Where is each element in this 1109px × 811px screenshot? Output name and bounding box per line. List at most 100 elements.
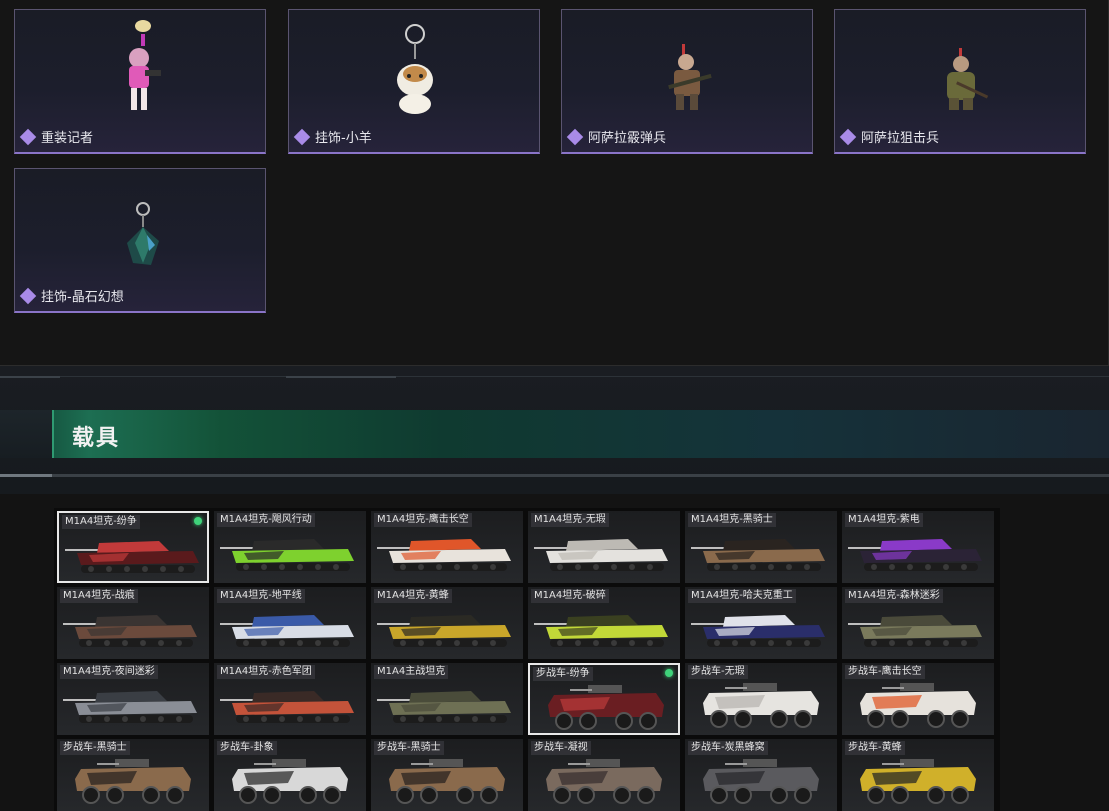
vehicle-card[interactable]: M1A4坦克-战痕: [57, 587, 209, 659]
divider-line: [0, 474, 1109, 477]
item-card-asala-shotgunner[interactable]: 阿萨拉霰弹兵: [561, 9, 813, 154]
vehicle-card[interactable]: M1A4坦克-紫电: [842, 511, 994, 583]
figure-soldier-red-art: [668, 44, 712, 110]
tank-icon: [220, 691, 354, 723]
divider-accent: [0, 376, 60, 378]
vehicle-card[interactable]: M1A4坦克-黑骑士: [685, 511, 837, 583]
equipped-indicator-icon: [194, 517, 202, 525]
vehicle-label: 步战车-纷争: [533, 667, 593, 681]
vehicle-card[interactable]: M1A4坦克-哈夫克重工: [685, 587, 837, 659]
vehicle-label: M1A4坦克-无瑕: [531, 513, 609, 527]
ifv-icon: [548, 685, 664, 730]
vehicle-label: M1A4坦克-飓风行动: [217, 513, 315, 527]
ifv-icon: [232, 759, 348, 804]
vehicle-label: M1A4坦克-森林迷彩: [845, 589, 943, 603]
vehicle-card[interactable]: 步战车-炭黑蜂窝: [685, 739, 837, 811]
vehicle-card[interactable]: M1A4坦克-赤色军团: [214, 663, 366, 735]
vehicle-label: M1A4坦克-战痕: [60, 589, 138, 603]
vehicle-label: M1A4坦克-黄蜂: [374, 589, 452, 603]
vehicle-card[interactable]: M1A4坦克-地平线: [214, 587, 366, 659]
tank-icon: [848, 615, 982, 647]
tank-icon: [377, 691, 511, 723]
item-name: 阿萨拉狙击兵: [861, 131, 940, 146]
vehicle-card[interactable]: 步战车-鹰击长空: [842, 663, 994, 735]
tank-icon: [691, 615, 825, 647]
vehicle-label: M1A4坦克-赤色军团: [217, 665, 315, 679]
vehicle-card[interactable]: 步战车-黑骑士: [57, 739, 209, 811]
ifv-icon: [546, 759, 662, 804]
vehicle-label: M1A4主战坦克: [374, 665, 449, 679]
divider-accent: [286, 376, 396, 378]
rarity-icon: [839, 128, 857, 145]
vehicle-card[interactable]: 步战车-无瑕: [685, 663, 837, 735]
ifv-icon: [860, 759, 976, 804]
vehicle-card[interactable]: M1A4坦克-纷争: [57, 511, 209, 583]
vehicle-card[interactable]: M1A4坦克-鹰击长空: [371, 511, 523, 583]
figure-soldier-green-art: [947, 48, 989, 110]
vehicle-label: 步战车-无瑕: [688, 665, 748, 679]
item-name: 阿萨拉霰弹兵: [588, 131, 667, 146]
vehicle-label: 步战车-鹰击长空: [845, 665, 925, 679]
vehicle-card[interactable]: M1A4坦克-无瑕: [528, 511, 680, 583]
item-card-asala-sniper[interactable]: 阿萨拉狙击兵: [834, 9, 1086, 154]
vehicle-label: M1A4坦克-夜间迷彩: [60, 665, 158, 679]
item-card-heavy-reporter[interactable]: 重装记者: [14, 9, 266, 154]
vehicle-label: 步战车-黄蜂: [845, 741, 905, 755]
tank-icon: [534, 615, 668, 647]
vehicle-label: M1A4坦克-黑骑士: [688, 513, 776, 527]
ifv-icon: [389, 759, 505, 804]
vehicle-card[interactable]: 步战车-纷争: [528, 663, 680, 735]
item-name: 重装记者: [41, 131, 94, 146]
charm-sheep-art: [397, 24, 433, 114]
item-name-row: 阿萨拉霰弹兵: [566, 127, 667, 146]
vehicle-grid: M1A4坦克-纷争 M1A4坦克-飓风行动 M1A4坦克-鹰击长空 M1A4坦克-无瑕…: [54, 508, 1000, 811]
item-card-charm-sheep[interactable]: 挂饰-小羊: [288, 9, 540, 154]
tank-icon: [377, 615, 511, 647]
vehicle-label: 步战车-卦象: [217, 741, 277, 755]
vehicle-card[interactable]: M1A4坦克-飓风行动: [214, 511, 366, 583]
tank-icon: [691, 539, 825, 571]
item-name: 挂饰-晶石幻想: [41, 290, 124, 305]
charm-crystal-art: [127, 202, 159, 265]
item-name-row: 重装记者: [19, 127, 94, 146]
rarity-icon: [19, 287, 37, 304]
vehicle-card[interactable]: M1A4主战坦克: [371, 663, 523, 735]
section-header-vehicles: 载具: [0, 410, 1109, 458]
vehicle-label: 步战车-炭黑蜂窝: [688, 741, 768, 755]
item-name-row: 挂饰-晶石幻想: [19, 286, 124, 305]
vehicle-card[interactable]: 步战车-凝视: [528, 739, 680, 811]
item-card-charm-crystal[interactable]: 挂饰-晶石幻想: [14, 168, 266, 313]
vehicle-card[interactable]: M1A4坦克-破碎: [528, 587, 680, 659]
rarity-icon: [566, 128, 584, 145]
vehicle-label: M1A4坦克-破碎: [531, 589, 609, 603]
rarity-icon: [19, 128, 37, 145]
rarity-icon: [293, 128, 311, 145]
ifv-icon: [703, 759, 819, 804]
vehicle-card[interactable]: M1A4坦克-夜间迷彩: [57, 663, 209, 735]
item-name-row: 阿萨拉狙击兵: [839, 127, 940, 146]
vehicle-card[interactable]: M1A4坦克-黄蜂: [371, 587, 523, 659]
section-notch: [0, 410, 54, 458]
vehicle-card[interactable]: 步战车-卦象: [214, 739, 366, 811]
section-title: 载具: [72, 426, 121, 451]
vehicle-area: M1A4坦克-纷争 M1A4坦克-飓风行动 M1A4坦克-鹰击长空 M1A4坦克-无瑕…: [0, 494, 1109, 811]
vehicle-label: 步战车-黑骑士: [60, 741, 130, 755]
item-name-row: 挂饰-小羊: [293, 127, 372, 146]
vehicle-label: M1A4坦克-哈夫克重工: [688, 589, 796, 603]
vehicle-label: M1A4坦克-紫电: [845, 513, 923, 527]
tank-icon: [377, 539, 511, 571]
tank-icon: [534, 539, 668, 571]
tank-icon: [63, 615, 197, 647]
vehicle-card[interactable]: 步战车-黄蜂: [842, 739, 994, 811]
figure-pink-art: [129, 20, 161, 110]
vehicle-label: M1A4坦克-地平线: [217, 589, 305, 603]
tank-icon: [220, 615, 354, 647]
item-name: 挂饰-小羊: [315, 131, 372, 146]
vehicle-label: M1A4坦克-鹰击长空: [374, 513, 472, 527]
vehicle-label: M1A4坦克-纷争: [62, 515, 140, 529]
vehicle-label: 步战车-凝视: [531, 741, 591, 755]
vehicle-card[interactable]: M1A4坦克-森林迷彩: [842, 587, 994, 659]
vehicle-label: 步战车-黑骑士: [374, 741, 444, 755]
tank-icon: [220, 539, 354, 571]
vehicle-card[interactable]: 步战车-黑骑士: [371, 739, 523, 811]
